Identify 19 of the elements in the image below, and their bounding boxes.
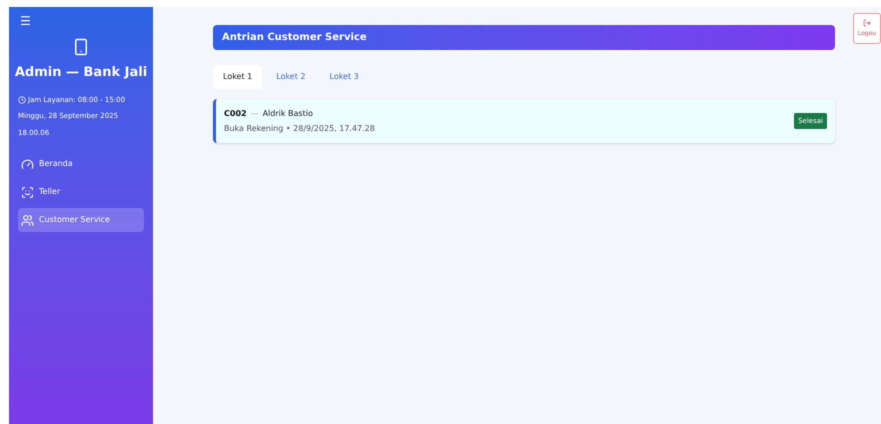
sidebar-item[interactable]: Customer Service xyxy=(18,208,144,232)
queue-number: C002 xyxy=(224,108,247,120)
logout-icon xyxy=(863,19,871,27)
counter-tab[interactable]: Loket 1 xyxy=(213,65,262,89)
customer-name: Aldrik Bastio xyxy=(262,108,313,120)
queue-detail: Buka Rekening • 28/9/2025, 17.47.28 xyxy=(224,122,376,134)
phone-icon xyxy=(72,37,90,57)
sidebar-item[interactable]: Teller xyxy=(18,180,144,204)
users-icon xyxy=(21,214,34,226)
counter-tab[interactable]: Loket 3 xyxy=(320,65,369,89)
page-header: Antrian Customer Service xyxy=(213,25,835,50)
gauge-icon xyxy=(21,158,34,170)
sidebar-item[interactable]: Beranda xyxy=(18,152,144,176)
counter-tab[interactable]: Loket 2 xyxy=(266,65,316,89)
clock-icon xyxy=(18,96,26,104)
sidebar-title: Admin — Bank Jali xyxy=(14,64,148,82)
separator-dash: — xyxy=(250,108,259,120)
menu-button[interactable]: ☰ xyxy=(20,15,31,27)
face-scan-icon xyxy=(21,186,34,198)
